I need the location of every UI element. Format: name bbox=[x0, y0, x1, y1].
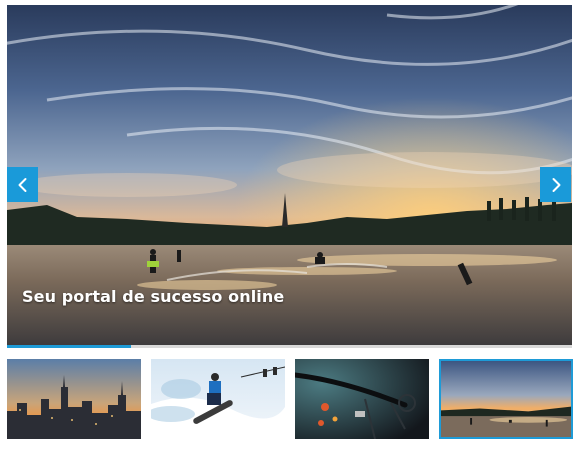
thumbnail-snowboarder[interactable] bbox=[151, 359, 285, 439]
chevron-left-icon bbox=[18, 177, 26, 192]
thumbnail-bicycle[interactable] bbox=[295, 359, 429, 439]
hero-slider: Seu portal de sucesso online bbox=[7, 5, 572, 347]
prev-slide-button[interactable] bbox=[7, 167, 38, 202]
slide-caption: Seu portal de sucesso online bbox=[22, 287, 285, 306]
thumbnail-city-skyline[interactable] bbox=[7, 359, 141, 439]
thumbnail-image-bicycle bbox=[295, 359, 429, 439]
slide-progress-fill bbox=[7, 345, 132, 348]
thumbnail-image-lake bbox=[441, 361, 571, 437]
thumbnail-image-city bbox=[7, 359, 141, 439]
next-slide-button[interactable] bbox=[540, 167, 571, 202]
thumbnail-lake-sunset[interactable] bbox=[439, 359, 573, 439]
chevron-right-icon bbox=[552, 177, 560, 192]
slide-progress-bar bbox=[7, 345, 572, 348]
thumbnail-image-snowboarder bbox=[151, 359, 285, 439]
